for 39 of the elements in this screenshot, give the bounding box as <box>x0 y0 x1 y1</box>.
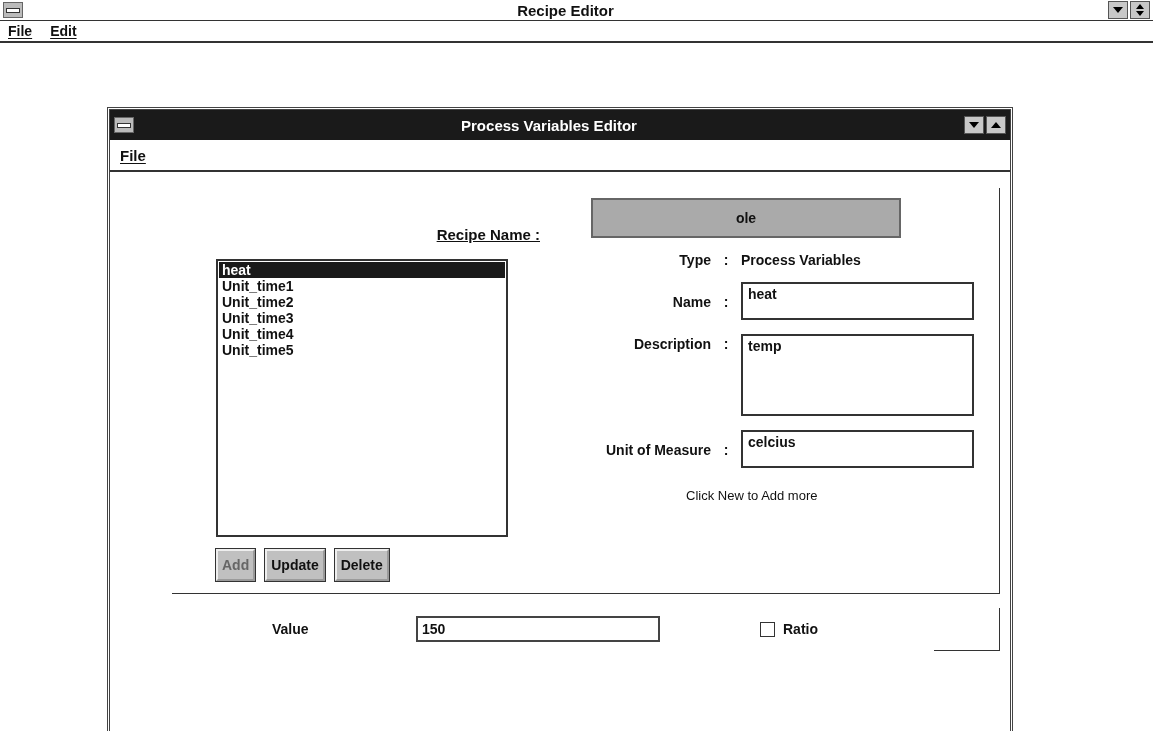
maximize-icon[interactable] <box>986 116 1006 134</box>
colon-separator: : <box>722 335 730 352</box>
dialog-title: Process Variables Editor <box>460 116 638 134</box>
system-menu-icon[interactable] <box>3 2 23 18</box>
system-menu-icon[interactable] <box>114 117 134 133</box>
restore-icon[interactable] <box>1130 1 1150 19</box>
ratio-label: Ratio <box>783 621 818 637</box>
minimize-icon[interactable] <box>1108 1 1128 19</box>
value-field[interactable]: 150 <box>416 616 660 642</box>
colon-separator: : <box>722 252 730 268</box>
input-field[interactable]: heat <box>741 282 974 320</box>
field-label: Description <box>633 335 711 352</box>
group-frame <box>934 607 1000 651</box>
field-label: Name <box>671 293 711 310</box>
minimize-icon[interactable] <box>964 116 984 134</box>
menu-item[interactable]: Edit <box>50 23 77 39</box>
input-field[interactable]: celcius <box>741 430 974 468</box>
description-field[interactable]: temp <box>741 334 974 416</box>
menu-item[interactable]: File <box>8 23 33 39</box>
list-item[interactable]: Unit_time2 <box>219 294 505 310</box>
ratio-checkbox[interactable] <box>760 621 775 637</box>
recipe-name-label: Recipe Name : <box>436 226 540 243</box>
list-item[interactable]: Unit_time5 <box>219 342 505 358</box>
push-button[interactable]: Delete <box>334 549 389 581</box>
menu-item[interactable]: File <box>120 146 146 164</box>
push-button[interactable]: Update <box>265 549 325 581</box>
list-item[interactable]: Unit_time1 <box>219 278 505 294</box>
colon-separator: : <box>722 293 730 310</box>
hint-text: Click New to Add more <box>686 488 819 503</box>
list-item[interactable]: Unit_time4 <box>219 326 505 342</box>
type-value: Process Variables <box>741 252 862 268</box>
field-label: Unit of Measure <box>605 441 711 458</box>
list-item[interactable]: Unit_time3 <box>219 310 505 326</box>
recipe-name-display: ole <box>591 198 901 238</box>
field-label: Type <box>678 252 711 268</box>
value-label: Value <box>272 621 310 637</box>
colon-separator: : <box>722 441 730 458</box>
window-title: Recipe Editor <box>516 1 615 19</box>
list-item[interactable]: heat <box>219 262 505 278</box>
